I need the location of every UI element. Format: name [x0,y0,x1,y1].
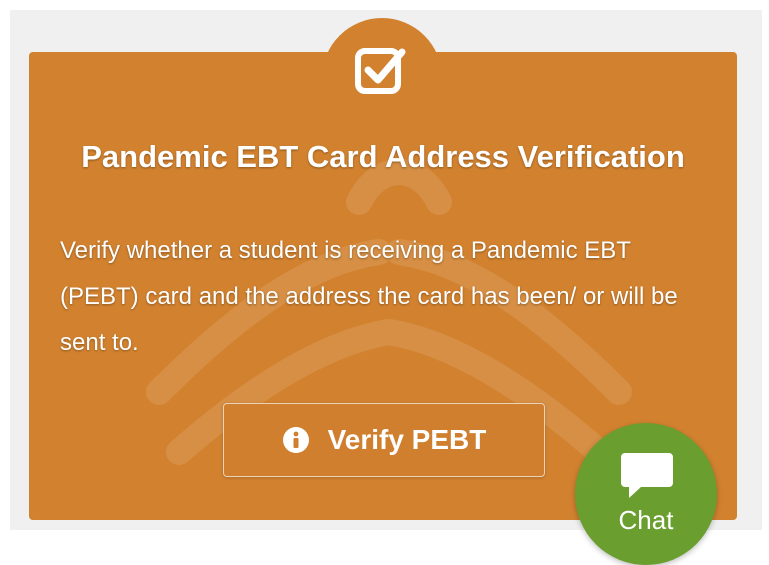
verify-pebt-button[interactable]: Verify PEBT [223,403,545,477]
check-square-icon [355,48,406,94]
chat-button[interactable]: Chat [575,423,717,565]
card-description: Verify whether a student is receiving a … [60,237,678,356]
chat-bubble-icon [621,453,673,498]
info-circle-icon [282,427,309,453]
verify-pebt-label: Verify PEBT [327,424,487,455]
card-title: Pandemic EBT Card Address Verification [81,139,685,174]
chat-label: Chat [618,505,674,535]
